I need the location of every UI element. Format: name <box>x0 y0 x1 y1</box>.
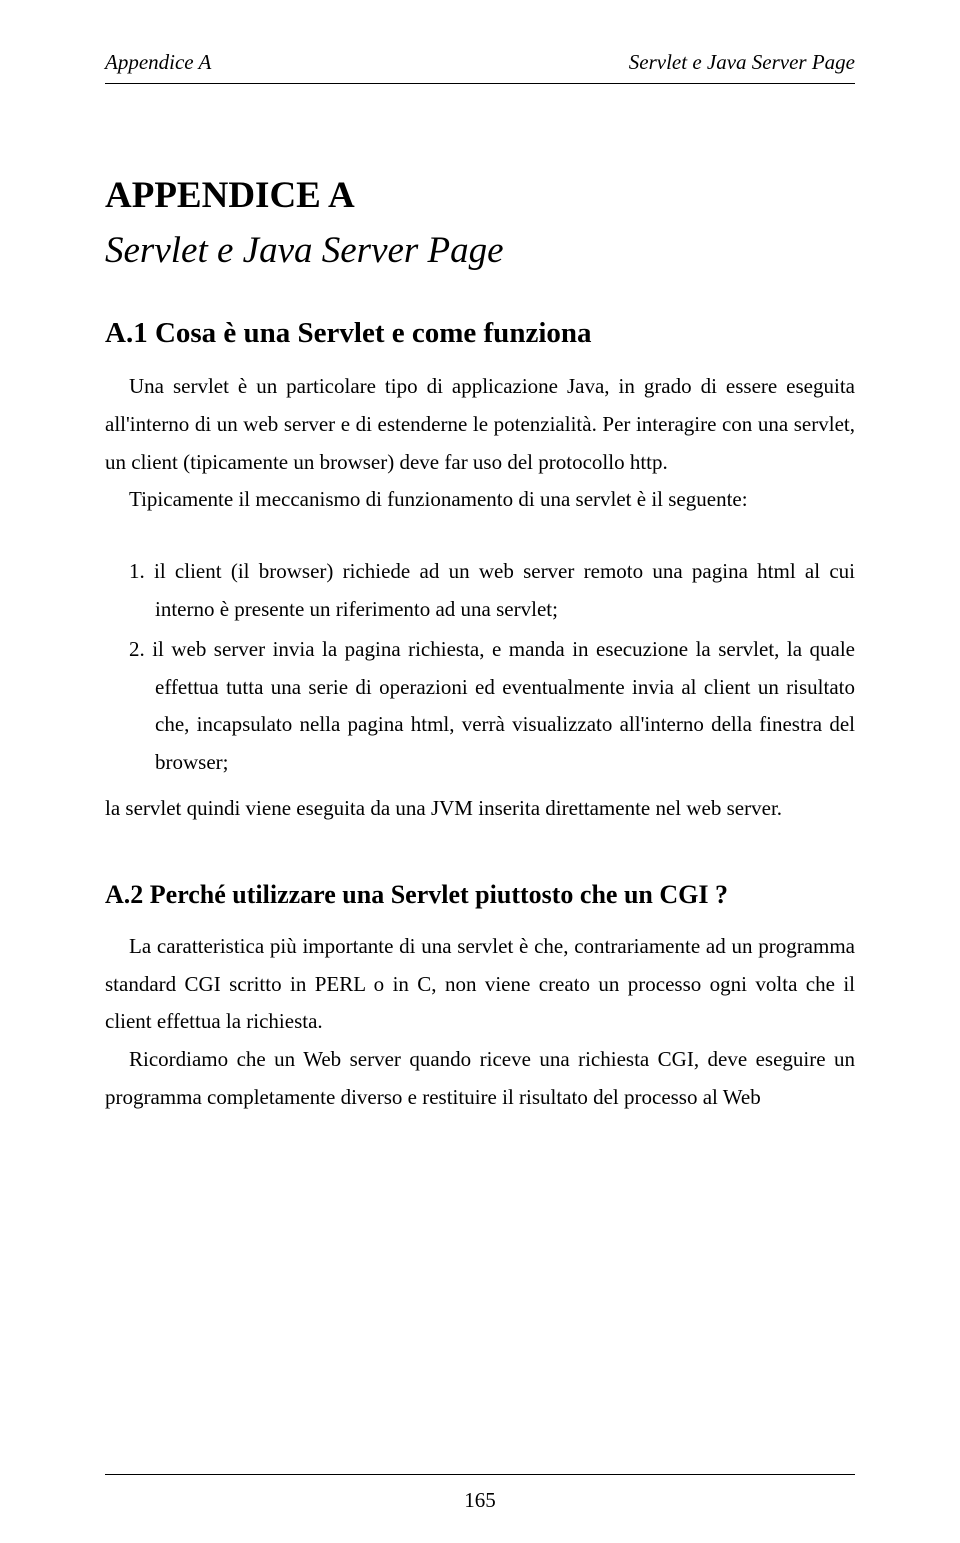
appendix-title: APPENDICE A <box>105 174 855 217</box>
page-number: 165 <box>0 1488 960 1513</box>
section-a2-para2: Ricordiamo che un Web server quando rice… <box>105 1041 855 1117</box>
title-section: APPENDICE A Servlet e Java Server Page <box>105 174 855 272</box>
list-item: 1. il client (il browser) richiede ad un… <box>105 553 855 629</box>
section-a1-para3: la servlet quindi viene eseguita da una … <box>105 790 855 828</box>
footer-rule <box>105 1474 855 1475</box>
section-heading-a1: A.1 Cosa è una Servlet e come funziona <box>105 317 855 350</box>
section-a2-para1: La caratteristica più importante di una … <box>105 928 855 1041</box>
header-right: Servlet e Java Server Page <box>629 50 855 75</box>
section-a1: A.1 Cosa è una Servlet e come funziona U… <box>105 317 855 828</box>
ordered-list: 1. il client (il browser) richiede ad un… <box>105 553 855 782</box>
list-item: 2. il web server invia la pagina richies… <box>105 631 855 782</box>
section-a1-para2: Tipicamente il meccanismo di funzionamen… <box>105 481 855 519</box>
section-a1-para1: Una servlet è un particolare tipo di app… <box>105 368 855 481</box>
subtitle: Servlet e Java Server Page <box>105 229 855 272</box>
page-header: Appendice A Servlet e Java Server Page <box>105 50 855 75</box>
header-left: Appendice A <box>105 50 211 75</box>
section-heading-a2: A.2 Perché utilizzare una Servlet piutto… <box>105 880 855 910</box>
header-rule <box>105 83 855 84</box>
section-a2: A.2 Perché utilizzare una Servlet piutto… <box>105 880 855 1117</box>
